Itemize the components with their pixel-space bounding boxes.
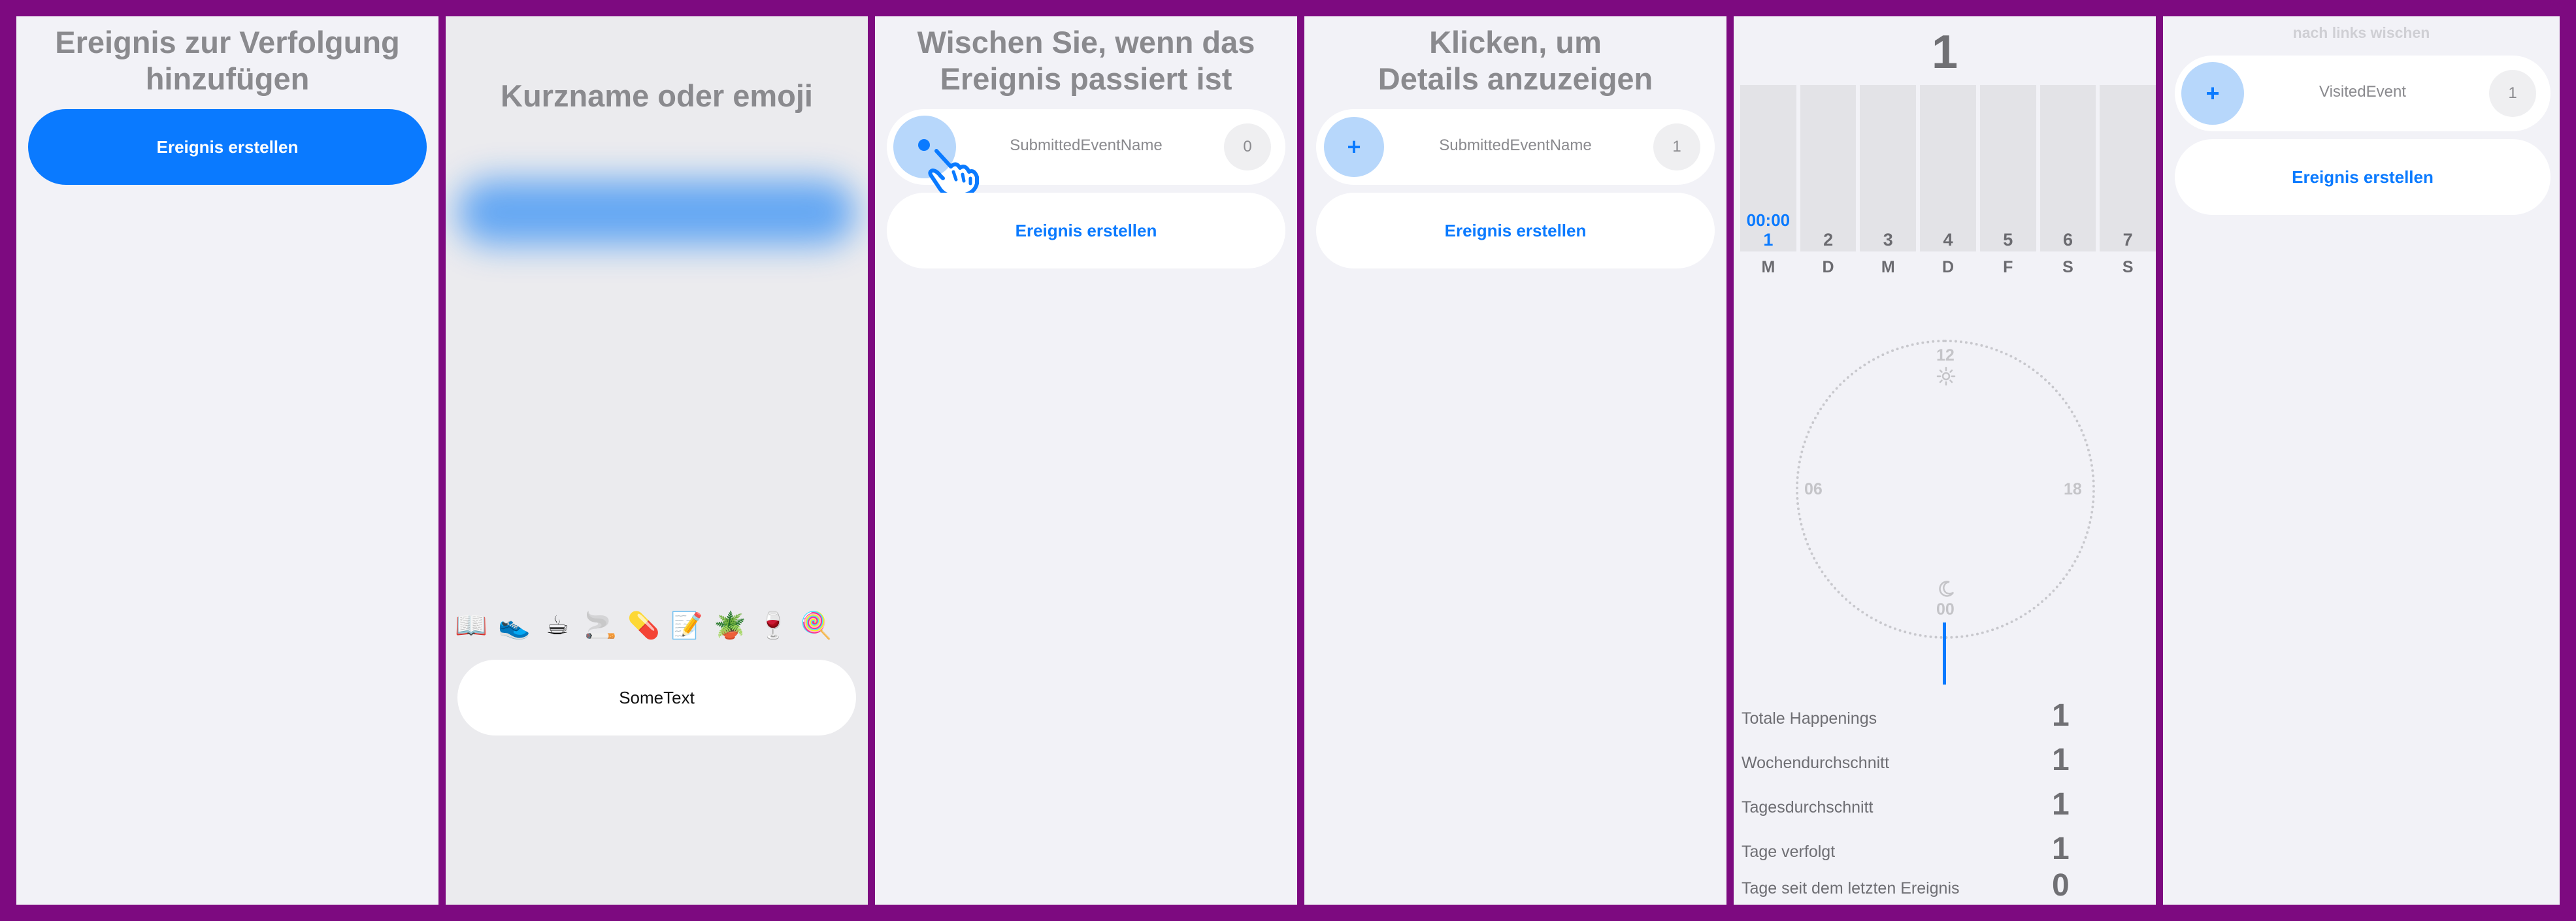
stat-row: Tage seit dem letzten Ereignis 0 <box>1742 865 2156 903</box>
screen-swipe-tutorial: Wischen Sie, wenn das Ereignis passiert … <box>875 16 1297 905</box>
day-column[interactable]: 3 <box>1860 85 1917 251</box>
event-row[interactable]: SubmittedEventName 0 <box>887 109 1285 197</box>
day-number: 1 <box>1763 230 1774 250</box>
screen-name-input: Kurzname oder emoji 📖 👟 ☕ 🚬 💊 📝 🪴 🍷 🍭 So… <box>446 16 868 905</box>
stat-label: Tage verfolgt <box>1742 843 1836 861</box>
stat-label: Tagesdurchschnitt <box>1742 798 1874 816</box>
day-number: 3 <box>1883 230 1893 250</box>
stat-value: 1 <box>2052 787 2070 822</box>
stat-value: 1 <box>2052 743 2070 777</box>
clock-label-bottom: 00 <box>1936 600 1955 619</box>
emoji-option[interactable]: 📝 <box>670 609 703 642</box>
stat-label: Tage seit dem letzten Ereignis <box>1742 879 1960 897</box>
screen-event-list: nach links wischen + VisitedEvent 1 Erei… <box>2163 16 2560 905</box>
event-row[interactable]: + SubmittedEventName 1 <box>1316 109 1715 185</box>
day-number: 2 <box>1823 230 1834 250</box>
sun-icon <box>1936 366 1956 386</box>
stat-row: Tagesdurchschnitt 1 <box>1742 784 2156 822</box>
week-chart: 00:00 1 2 3 4 5 6 7 <box>1740 85 2156 251</box>
day-number: 6 <box>2062 230 2073 250</box>
blurred-keyboard-bar <box>457 180 856 245</box>
emoji-option[interactable]: 🍭 <box>800 609 833 642</box>
emoji-option[interactable]: 🚬 <box>584 609 617 642</box>
emoji-option[interactable]: 💊 <box>627 609 660 642</box>
emoji-option[interactable]: 📖 <box>455 609 487 642</box>
event-time: 00:00 <box>1746 210 1791 230</box>
weekday-label: D <box>1822 258 1834 276</box>
swipe-hint: nach links wischen <box>2292 24 2430 41</box>
stat-label: Wochendurchschnitt <box>1742 754 1890 772</box>
day-number: 7 <box>2122 230 2133 250</box>
day-column[interactable]: 4 <box>1920 85 1976 251</box>
emoji-option[interactable]: ☕ <box>541 609 574 642</box>
day-column[interactable]: 2 <box>1800 85 1857 251</box>
create-event-button[interactable]: Ereignis erstellen <box>887 193 1285 268</box>
day-number: 5 <box>2003 230 2013 250</box>
screen-add-event: Ereignis zur Verfolgung hinzufügen Ereig… <box>16 16 438 905</box>
weekday-label: F <box>2003 258 2013 276</box>
day-column[interactable]: 7 <box>2100 85 2156 251</box>
stat-row: Totale Happenings 1 <box>1742 696 2156 734</box>
weekday-label: M <box>1881 258 1895 276</box>
screen-tap-tutorial: Klicken, um Details anzuzeigen + Submitt… <box>1304 16 1726 905</box>
create-event-button[interactable]: Ereignis erstellen <box>1316 193 1715 268</box>
page-title: Kurzname oder emoji <box>501 78 813 113</box>
moon-icon <box>1939 581 1955 597</box>
event-count-badge: 0 <box>1224 123 1271 170</box>
event-count-badge: 1 <box>2489 70 2536 117</box>
day-column[interactable]: 6 <box>2039 85 2096 251</box>
stat-value: 1 <box>2052 832 2070 866</box>
weekday-label: S <box>2062 258 2073 276</box>
clock-label-right: 18 <box>2064 480 2082 498</box>
clock-label-top: 12 <box>1936 346 1955 364</box>
event-row[interactable]: + VisitedEvent 1 <box>2175 56 2551 131</box>
weekday-labels: M D M D F S S <box>1740 258 2156 277</box>
screen-event-details: 1 00:00 1 2 3 4 5 6 7 M D M D F S S 12 0… <box>1734 16 2156 905</box>
emoji-option[interactable]: 🪴 <box>714 609 746 642</box>
day-number: 4 <box>1943 230 1953 250</box>
day-column[interactable]: 5 <box>1979 85 2036 251</box>
weekday-label: M <box>1761 258 1775 276</box>
total-count: 1 <box>1931 26 1958 78</box>
stat-row: Tage verfolgt 1 <box>1742 829 2156 867</box>
emoji-option[interactable]: 🍷 <box>757 609 789 642</box>
stat-row: Wochendurchschnitt 1 <box>1742 740 2156 778</box>
create-event-button[interactable]: Ereignis erstellen <box>28 109 427 185</box>
weekday-label: S <box>2122 258 2134 276</box>
day-column[interactable]: 00:00 1 <box>1740 85 1796 251</box>
clock-label-left: 06 <box>1804 480 1823 498</box>
create-event-button[interactable]: Ereignis erstellen <box>2175 139 2551 215</box>
stat-value: 1 <box>2052 698 2070 733</box>
stat-value: 0 <box>2052 868 2070 903</box>
page-title: Ereignis zur Verfolgung hinzufügen <box>55 25 400 96</box>
event-time-marker <box>1943 622 1946 685</box>
page-title: Wischen Sie, wenn das Ereignis passiert … <box>917 25 1255 96</box>
page-title: Klicken, um Details anzuzeigen <box>1378 25 1653 96</box>
event-count-badge: 1 <box>1653 123 1700 170</box>
stat-label: Totale Happenings <box>1742 709 1877 728</box>
emoji-suggestions: 📖 👟 ☕ 🚬 💊 📝 🪴 🍷 🍭 <box>455 609 833 642</box>
emoji-option[interactable]: 👟 <box>498 609 531 642</box>
weekday-label: D <box>1941 258 1955 276</box>
event-name-input[interactable]: SomeText <box>457 660 856 735</box>
